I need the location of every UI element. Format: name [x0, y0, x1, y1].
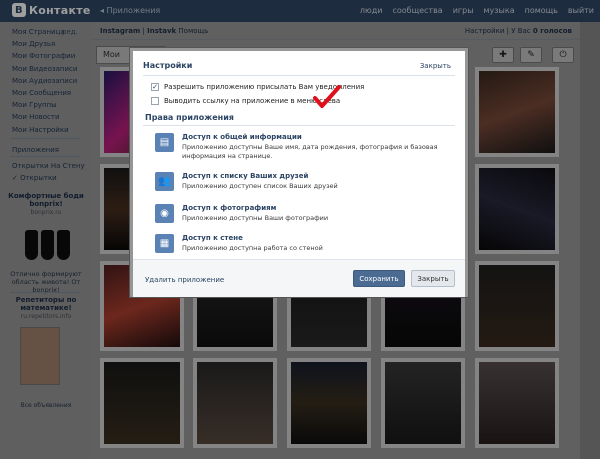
save-button[interactable]: Сохранить [353, 270, 405, 287]
permission-description: Приложению доступны Ваши фотографии [182, 214, 329, 222]
close-button[interactable]: Закрыть [411, 270, 455, 287]
red-checkmark-annotation-icon [313, 85, 341, 108]
delete-app-link[interactable]: Удалить приложение [145, 276, 224, 284]
permission-description: Приложению доступны Ваше имя, дата рожде… [182, 143, 438, 160]
dialog-divider [143, 75, 455, 76]
permission-description: Приложению доступна работа со стеной [182, 244, 323, 252]
permissions-title: Права приложения [145, 113, 234, 122]
wall-icon: ▦ [155, 234, 174, 253]
friends-icon: 👥 [155, 172, 174, 191]
permission-title: Доступ к общей информации [182, 133, 302, 141]
dialog-close-link[interactable]: Закрыть [420, 62, 451, 70]
camera-icon: ◉ [155, 204, 174, 223]
permission-title: Доступ к стене [182, 234, 243, 242]
profile-card-icon: ▤ [155, 133, 174, 152]
permission-title: Доступ к списку Ваших друзей [182, 172, 309, 180]
permission-description: Приложению доступен список Ваших друзей [182, 182, 338, 190]
permission-title: Доступ к фотографиям [182, 204, 277, 212]
left-menu-link-checkbox[interactable] [151, 97, 159, 105]
settings-dialog: Настройки Закрыть ✓ Разрешить приложению… [130, 48, 468, 297]
dialog-divider [143, 125, 455, 126]
notifications-checkbox[interactable]: ✓ [151, 83, 159, 91]
left-menu-link-option[interactable]: Выводить ссылку на приложение в меню сле… [151, 97, 340, 105]
dialog-footer: Удалить приложение Сохранить Закрыть [133, 259, 465, 297]
dialog-title: Настройки [143, 61, 193, 70]
